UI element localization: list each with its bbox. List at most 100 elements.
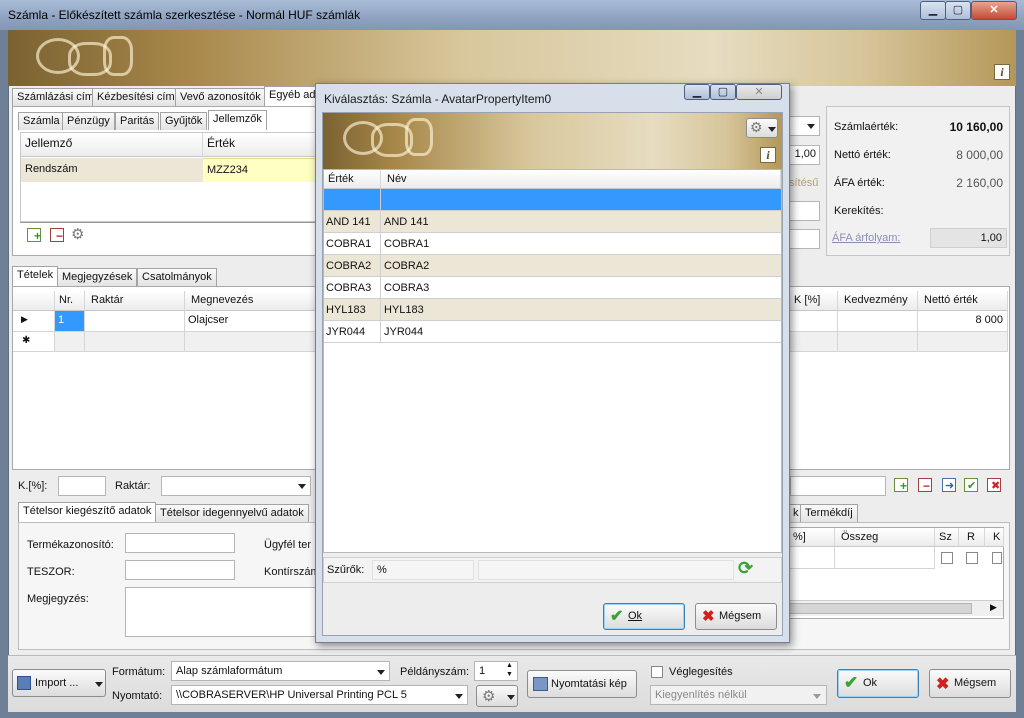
settlement-combo[interactable]: Kiegyenlítés nélkül bbox=[650, 685, 827, 705]
dialog-row-name[interactable]: COBRA3 bbox=[381, 277, 781, 299]
fee-scrollbar[interactable]: ▶ bbox=[787, 600, 1003, 616]
tab-item-foreign-data[interactable]: Tételsor idegennyelvű adatok bbox=[155, 504, 309, 522]
exchange-rate-link[interactable]: ÁFA árfolyam: bbox=[832, 232, 900, 244]
printer-combo[interactable]: \\COBRASERVER\HP Universal Printing PCL … bbox=[171, 685, 468, 705]
fee-cell[interactable] bbox=[787, 547, 835, 569]
gear-icon[interactable]: ⚙ bbox=[71, 225, 84, 243]
tab-item-extra-data[interactable]: Tételsor kiegészítő adatok bbox=[18, 502, 157, 522]
info-icon[interactable]: i bbox=[760, 147, 776, 163]
dialog-maximize-button[interactable]: ▢ bbox=[710, 84, 736, 100]
tab-finance[interactable]: Pénzügy bbox=[62, 112, 115, 130]
dialog-row-value[interactable]: HYL183 bbox=[324, 299, 381, 321]
note-field[interactable] bbox=[125, 587, 317, 637]
sz-checkbox[interactable] bbox=[941, 552, 953, 564]
format-combo[interactable]: Alap számlaformátum bbox=[171, 661, 390, 681]
tab-product-fee[interactable]: Termékdíj bbox=[800, 504, 858, 522]
dialog-row[interactable]: JYR044 JYR044 bbox=[324, 321, 781, 343]
dialog-ok-button[interactable]: ✔ Ok bbox=[603, 603, 685, 630]
dialog-settings-button[interactable]: ⚙ bbox=[746, 118, 778, 138]
dialog-row[interactable]: COBRA1 COBRA1 bbox=[324, 233, 781, 255]
dialog-row-value[interactable]: COBRA1 bbox=[324, 233, 381, 255]
new-row-cell[interactable] bbox=[838, 332, 918, 352]
tab-items[interactable]: Tételek bbox=[12, 266, 59, 286]
import-button[interactable]: Import ... bbox=[12, 669, 106, 697]
item-name-cell[interactable]: Olajcser bbox=[185, 311, 317, 332]
finalize-checkbox[interactable] bbox=[651, 666, 663, 678]
dialog-row-value[interactable]: COBRA2 bbox=[324, 255, 381, 277]
dialog-row[interactable]: HYL183 HYL183 bbox=[324, 299, 781, 321]
spin-down-icon[interactable]: ▼ bbox=[506, 671, 513, 678]
dialog-row-value[interactable]: AND 141 bbox=[324, 211, 381, 233]
property-name-cell[interactable]: Rendszám bbox=[21, 158, 203, 182]
r-checkbox[interactable] bbox=[966, 552, 978, 564]
tab-properties[interactable]: Jellemzők bbox=[208, 110, 267, 130]
dialog-row-name[interactable]: COBRA2 bbox=[381, 255, 781, 277]
tab-invoice[interactable]: Számla bbox=[18, 112, 65, 130]
new-row-cell[interactable] bbox=[918, 332, 1008, 352]
new-row-cell[interactable] bbox=[790, 332, 838, 352]
dialog-row-name[interactable] bbox=[381, 189, 781, 211]
item-discount-cell[interactable] bbox=[838, 311, 918, 332]
dialog-row-value[interactable]: COBRA3 bbox=[324, 277, 381, 299]
ok-button[interactable]: ✔ Ok bbox=[837, 669, 919, 698]
clear-item-icon[interactable]: ✖ bbox=[987, 478, 1001, 492]
dialog-row-name[interactable]: JYR044 bbox=[381, 321, 781, 343]
item-net-cell[interactable]: 8 000 bbox=[918, 311, 1008, 332]
item-k-cell[interactable] bbox=[790, 311, 838, 332]
dialog-row[interactable]: COBRA3 COBRA3 bbox=[324, 277, 781, 299]
refresh-icon[interactable]: ⟳ bbox=[738, 558, 753, 579]
dialog-row-value[interactable] bbox=[324, 189, 381, 211]
minimize-button[interactable]: ▁ bbox=[920, 1, 946, 20]
move-item-icon[interactable]: ➜ bbox=[942, 478, 956, 492]
spin-up-icon[interactable]: ▲ bbox=[506, 662, 513, 669]
dialog-row[interactable]: AND 141 AND 141 bbox=[324, 211, 781, 233]
dialog-row[interactable]: COBRA2 COBRA2 bbox=[324, 255, 781, 277]
dialog-row-name[interactable]: AND 141 bbox=[381, 211, 781, 233]
new-row-selector[interactable]: ✱ bbox=[13, 332, 55, 352]
warehouse-combo[interactable] bbox=[161, 476, 311, 496]
add-item-icon[interactable]: + bbox=[894, 478, 908, 492]
tab-notes[interactable]: Megjegyzések bbox=[57, 268, 138, 286]
printer-settings-button[interactable]: ⚙ bbox=[476, 685, 518, 707]
check-item-icon[interactable]: ✔ bbox=[964, 478, 978, 492]
item-warehouse-cell[interactable] bbox=[85, 311, 185, 332]
teszor-field[interactable] bbox=[125, 560, 235, 580]
dialog-row-name[interactable]: COBRA1 bbox=[381, 233, 781, 255]
dialog-minimize-button[interactable]: ▁ bbox=[684, 84, 710, 100]
k-checkbox[interactable] bbox=[992, 552, 1002, 564]
dialog-row-value[interactable]: JYR044 bbox=[324, 321, 381, 343]
tab-customer-ids[interactable]: Vevő azonosítók bbox=[175, 88, 266, 106]
tab-parity[interactable]: Paritás bbox=[115, 112, 160, 130]
tab-other[interactable]: Egyéb ad bbox=[264, 86, 321, 106]
tab-attachments[interactable]: Csatolmányok bbox=[137, 268, 217, 286]
item-field-right[interactable] bbox=[790, 476, 886, 496]
copies-spinner[interactable]: 1 ▲ ▼ bbox=[474, 661, 518, 681]
tab-delivery-address[interactable]: Kézbesítési cím bbox=[92, 88, 180, 106]
cancel-button[interactable]: ✖ Mégsem bbox=[929, 669, 1011, 698]
info-icon[interactable]: i bbox=[994, 64, 1010, 80]
filter-value-field[interactable]: % bbox=[372, 560, 474, 580]
new-row-cell[interactable] bbox=[55, 332, 85, 352]
add-row-icon[interactable]: + bbox=[27, 228, 41, 242]
item-nr-cell[interactable]: 1 bbox=[55, 311, 85, 332]
fee-cell[interactable] bbox=[835, 547, 935, 569]
k-field[interactable] bbox=[58, 476, 106, 496]
delete-row-icon[interactable]: − bbox=[50, 228, 64, 242]
print-preview-button[interactable]: Nyomtatási kép bbox=[527, 670, 637, 698]
row-selector[interactable]: ▶ bbox=[13, 311, 55, 332]
delete-item-icon[interactable]: − bbox=[918, 478, 932, 492]
scroll-right-icon[interactable]: ▶ bbox=[990, 602, 997, 613]
property-value-cell[interactable]: MZZ234 bbox=[203, 158, 321, 182]
tab-collectors[interactable]: Gyűjtők bbox=[160, 112, 208, 130]
close-button[interactable]: ✕ bbox=[971, 1, 1017, 20]
filter-text-field[interactable] bbox=[478, 560, 734, 580]
new-row-cell[interactable] bbox=[85, 332, 185, 352]
scroll-thumb[interactable] bbox=[787, 603, 972, 614]
dialog-cancel-button[interactable]: ✖ Mégsem bbox=[695, 603, 777, 630]
maximize-button[interactable]: ▢ bbox=[945, 1, 971, 20]
product-id-field[interactable] bbox=[125, 533, 235, 553]
dialog-close-button[interactable]: ✕ bbox=[736, 84, 782, 100]
tab-billing-address[interactable]: Számlázási cím bbox=[12, 88, 100, 106]
dialog-row[interactable] bbox=[324, 189, 781, 211]
new-row-cell[interactable] bbox=[185, 332, 317, 352]
